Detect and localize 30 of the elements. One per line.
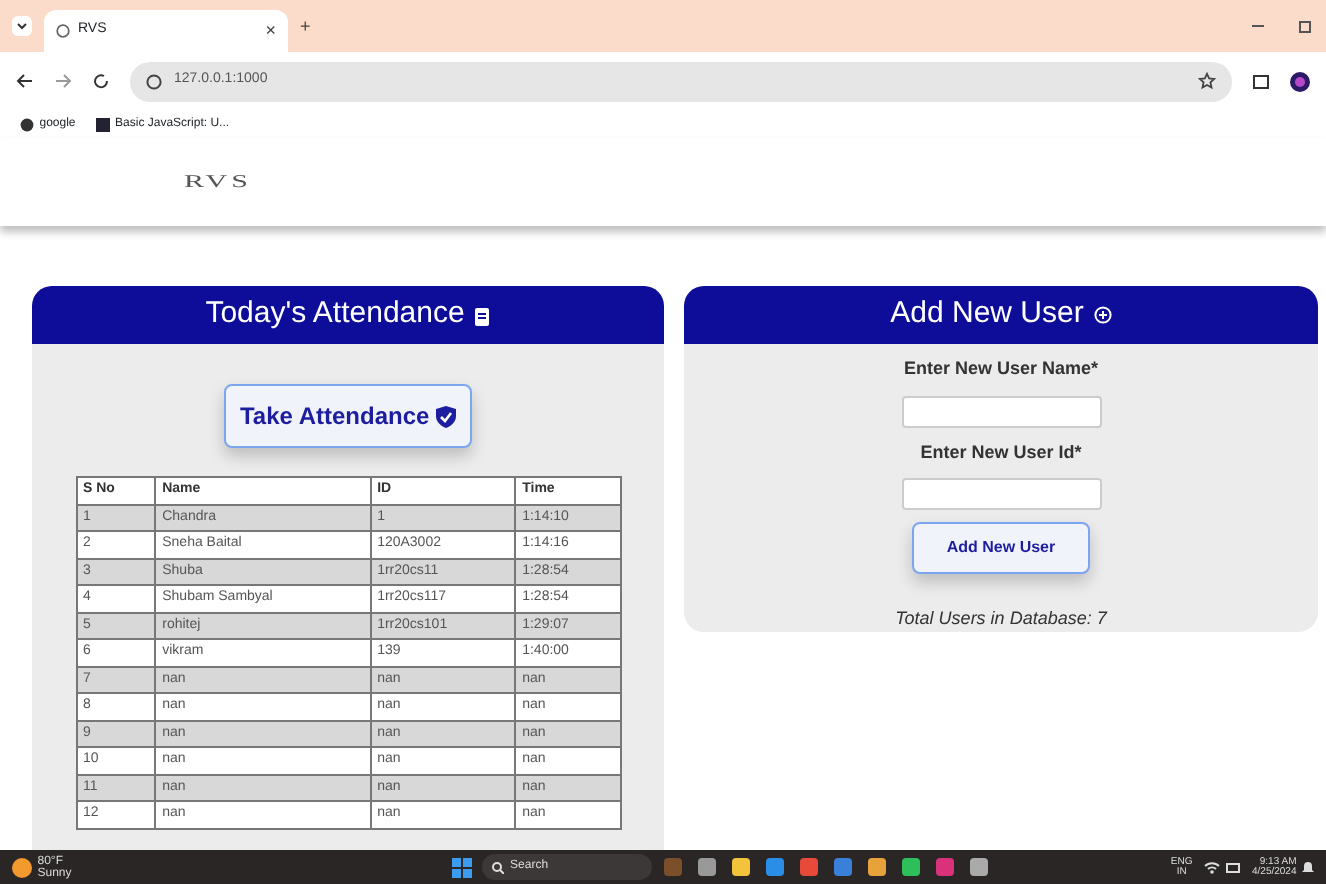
user-count: Total Users in Database: 7: [893, 606, 1109, 632]
profile-avatar[interactable]: [1290, 71, 1310, 91]
add-user-button[interactable]: Add New User: [912, 522, 1090, 574]
shield-check-icon: [436, 406, 457, 429]
forward-icon[interactable]: [54, 72, 72, 90]
wifi-icon[interactable]: [1203, 860, 1220, 874]
start-icon[interactable]: [451, 857, 472, 877]
field-label: Enter New User Id*: [918, 439, 1084, 465]
weather-icon[interactable]: [12, 857, 32, 877]
battery-icon[interactable]: [1225, 861, 1241, 873]
restore-icon[interactable]: [1298, 18, 1314, 34]
notification-icon[interactable]: [1302, 860, 1314, 874]
back-icon[interactable]: [16, 72, 34, 90]
name-input[interactable]: [901, 395, 1101, 427]
reload-icon[interactable]: [92, 72, 110, 90]
add-circle-icon: [1093, 306, 1112, 324]
take-attendance-button[interactable]: Take Attendance: [223, 384, 473, 448]
close-tab-button[interactable]: ×: [265, 22, 276, 40]
extensions-icon[interactable]: [1252, 72, 1270, 90]
dropdown-icon[interactable]: [12, 16, 32, 36]
clipboard-icon: [474, 305, 491, 325]
field-label: Enter New User Name*: [901, 356, 1101, 382]
bookmark-icon: [95, 117, 110, 131]
site-logo[interactable]: RVS: [184, 168, 252, 196]
search-icon: [492, 861, 505, 873]
card-title: Add New User: [890, 294, 1084, 335]
new-tab-button[interactable]: +: [300, 17, 311, 35]
id-input[interactable]: [901, 478, 1101, 510]
card-title: Today's Attendance: [205, 294, 465, 335]
star-icon[interactable]: [1198, 72, 1216, 90]
